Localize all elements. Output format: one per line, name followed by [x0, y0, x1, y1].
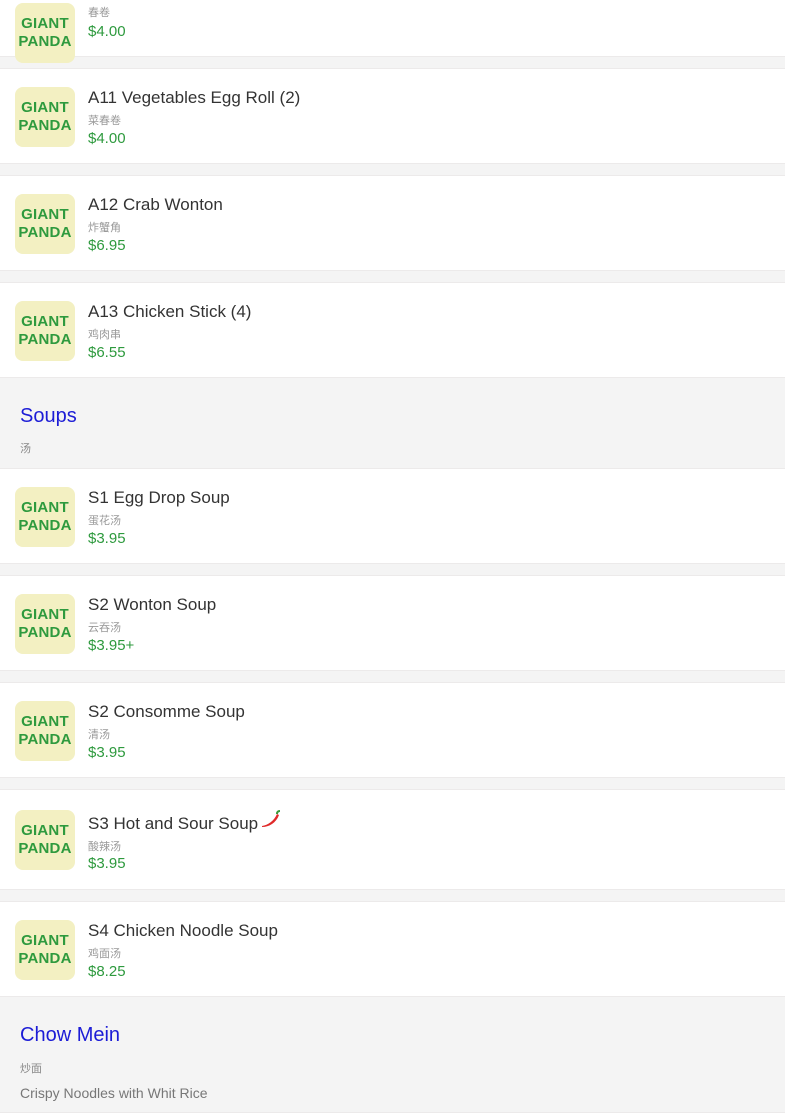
item-price: $4.00	[88, 130, 126, 147]
item-name: S2 Consomme Soup	[88, 702, 245, 721]
menu-item[interactable]: GIANT PANDA S3 Hot and Sour Soup 酸辣汤 $3.…	[0, 789, 785, 890]
item-chinese-name: 蛋花汤	[88, 515, 121, 527]
menu-item[interactable]: GIANT PANDA A12 Crab Wonton 炸蟹角 $6.95	[0, 175, 785, 271]
category-header-chow-mein: Chow Mein 炒面 Crispy Noodles with Whit Ri…	[0, 997, 785, 1115]
item-price: $3.95	[88, 744, 126, 761]
giant-panda-logo: GIANT PANDA	[15, 920, 75, 980]
menu-item[interactable]: GIANT PANDA S2 Consomme Soup 清汤 $3.95	[0, 682, 785, 778]
menu-item[interactable]: GIANT PANDA S2 Wonton Soup 云吞汤 $3.95+	[0, 575, 785, 671]
category-chinese-name: 汤	[20, 443, 31, 455]
item-chinese-name: 云吞汤	[88, 622, 121, 634]
item-price: $8.25	[88, 963, 126, 980]
item-name: S2 Wonton Soup	[88, 595, 217, 614]
menu-item[interactable]: GIANT PANDA 春卷 $4.00	[0, 0, 785, 63]
item-chinese-name: 炸蟹角	[88, 222, 121, 234]
item-chinese-name: 清汤	[88, 729, 110, 741]
giant-panda-logo: GIANT PANDA	[15, 87, 75, 147]
item-price: $6.55	[88, 344, 126, 361]
category-title: Chow Mein	[20, 1024, 121, 1046]
category-description: Crispy Noodles with Whit Rice	[20, 1085, 208, 1101]
item-chinese-name: 菜春卷	[88, 115, 121, 127]
giant-panda-logo: GIANT PANDA	[15, 194, 75, 254]
item-chinese-name: 春卷	[88, 7, 110, 19]
giant-panda-logo: GIANT PANDA	[15, 701, 75, 761]
item-name: A13 Chicken Stick (4)	[88, 302, 252, 321]
item-name: S3 Hot and Sour Soup	[88, 814, 259, 833]
menu-item[interactable]: GIANT PANDA S4 Chicken Noodle Soup 鸡面汤 $…	[0, 901, 785, 997]
menu-item[interactable]: GIANT PANDA A13 Chicken Stick (4) 鸡肉串 $6…	[0, 282, 785, 378]
item-price: $3.95+	[88, 637, 135, 654]
item-name: S4 Chicken Noodle Soup	[88, 921, 278, 940]
giant-panda-logo: GIANT PANDA	[15, 301, 75, 361]
giant-panda-logo: GIANT PANDA	[15, 3, 75, 63]
item-chinese-name: 鸡面汤	[88, 948, 121, 960]
item-price: $6.95	[88, 237, 126, 254]
category-chinese-name: 炒面	[20, 1063, 42, 1075]
giant-panda-logo: GIANT PANDA	[15, 810, 75, 870]
chili-pepper-icon	[262, 810, 281, 827]
item-price: $4.00	[88, 23, 126, 40]
menu-item[interactable]: GIANT PANDA A11 Vegetables Egg Roll (2) …	[0, 68, 785, 164]
item-price: $3.95	[88, 530, 126, 547]
item-name: S1 Egg Drop Soup	[88, 488, 230, 507]
menu-item[interactable]: GIANT PANDA S1 Egg Drop Soup 蛋花汤 $3.95	[0, 468, 785, 564]
item-name: A12 Crab Wonton	[88, 195, 223, 214]
category-title: Soups	[20, 405, 77, 427]
category-header-soups: Soups 汤	[0, 378, 785, 468]
giant-panda-logo: GIANT PANDA	[15, 594, 75, 654]
giant-panda-logo: GIANT PANDA	[15, 487, 75, 547]
item-chinese-name: 鸡肉串	[88, 329, 121, 341]
item-price: $3.95	[88, 855, 126, 872]
item-name: A11 Vegetables Egg Roll (2)	[88, 88, 301, 107]
item-chinese-name: 酸辣汤	[88, 841, 121, 853]
